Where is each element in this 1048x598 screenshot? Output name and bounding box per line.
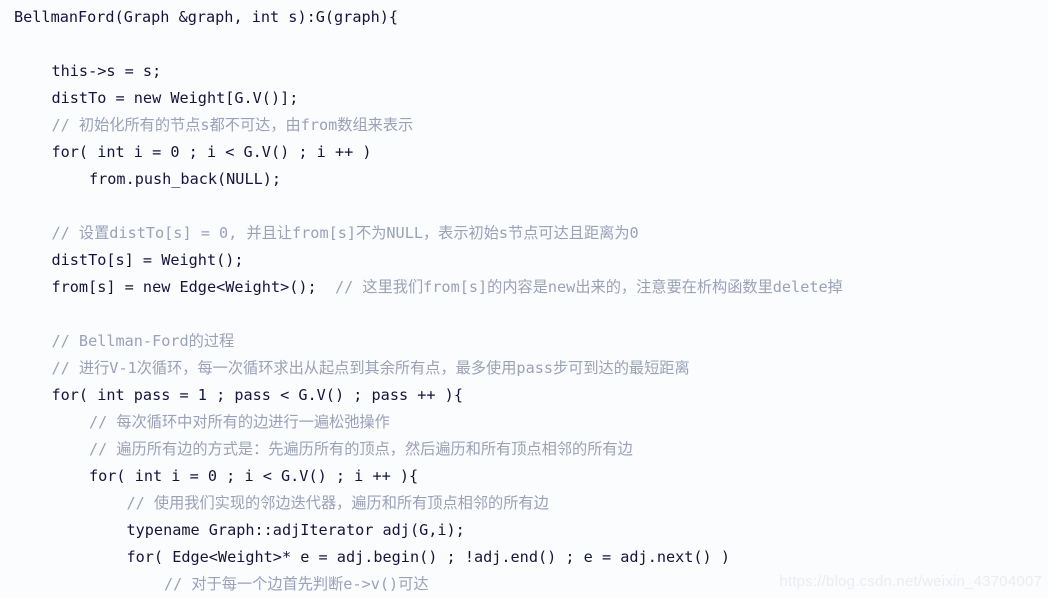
code-token: for( int i = 0 ; i < G.V() ; i ++ ){ (89, 467, 419, 485)
code-line: BellmanFord(Graph &graph, int s):G(graph… (0, 4, 1048, 31)
code-token: distTo = new Weight[G.V()]; (51, 89, 299, 107)
code-line: // 设置distTo[s] = 0, 并且让from[s]不为NULL，表示初… (0, 220, 1048, 247)
csdn-watermark: https://blog.csdn.net/weixin_43704007 (779, 573, 1042, 590)
code-line: this->s = s; (0, 58, 1048, 85)
code-line: // 每次循环中对所有的边进行一遍松弛操作 (0, 409, 1048, 436)
code-line: for( int i = 0 ; i < G.V() ; i ++ ){ (0, 463, 1048, 490)
code-token: typename Graph::adjIterator adj(G,i); (126, 521, 465, 539)
code-token: from[s] = new Edge<Weight>(); (51, 278, 335, 296)
code-token: distTo[s] = Weight(); (51, 251, 244, 269)
code-line: // 使用我们实现的邻边迭代器，遍历和所有顶点相邻的所有边 (0, 490, 1048, 517)
code-line: // Bellman-Ford的过程 (0, 328, 1048, 355)
code-comment: // 对于每一个边首先判断e->v()可达 (164, 575, 429, 593)
code-line: // 遍历所有边的方式是：先遍历所有的顶点，然后遍历和所有顶点相邻的所有边 (0, 436, 1048, 463)
code-line: from[s] = new Edge<Weight>(); // 这里我们fro… (0, 274, 1048, 301)
code-line: distTo[s] = Weight(); (0, 247, 1048, 274)
code-comment: // 遍历所有边的方式是：先遍历所有的顶点，然后遍历和所有顶点相邻的所有边 (89, 440, 633, 458)
code-line: // 初始化所有的节点s都不可达，由from数组来表示 (0, 112, 1048, 139)
code-line: // 进行V-1次循环，每一次循环求出从起点到其余所有点，最多使用pass步可到… (0, 355, 1048, 382)
code-comment: // 每次循环中对所有的边进行一遍松弛操作 (89, 413, 390, 431)
code-block-surface: BellmanFord(Graph &graph, int s):G(graph… (0, 0, 1048, 596)
code-line-list: BellmanFord(Graph &graph, int s):G(graph… (0, 4, 1048, 598)
code-token: for( int pass = 1 ; pass < G.V() ; pass … (51, 386, 463, 404)
code-comment: // 初始化所有的节点s都不可达，由from数组来表示 (51, 116, 414, 134)
code-token: for( Edge<Weight>* e = adj.begin() ; !ad… (126, 548, 730, 566)
code-line: typename Graph::adjIterator adj(G,i); (0, 517, 1048, 544)
code-comment: // 这里我们from[s]的内容是new出来的，注意要在析构函数里delete… (334, 278, 843, 296)
code-comment: // 设置distTo[s] = 0, 并且让from[s]不为NULL，表示初… (51, 224, 639, 242)
code-line: for( Edge<Weight>* e = adj.begin() ; !ad… (0, 544, 1048, 571)
code-line: for( int pass = 1 ; pass < G.V() ; pass … (0, 382, 1048, 409)
code-line: distTo = new Weight[G.V()]; (0, 85, 1048, 112)
code-line: from.push_back(NULL); (0, 166, 1048, 193)
code-comment: // 使用我们实现的邻边迭代器，遍历和所有顶点相邻的所有边 (126, 494, 549, 512)
code-comment: // 进行V-1次循环，每一次循环求出从起点到其余所有点，最多使用pass步可到… (51, 359, 690, 377)
code-token: this->s = s; (51, 62, 162, 80)
code-line: for( int i = 0 ; i < G.V() ; i ++ ) (0, 139, 1048, 166)
code-token: from.push_back(NULL); (89, 170, 282, 188)
code-token: BellmanFord(Graph &graph, int s):G(graph… (14, 8, 399, 26)
code-comment: // Bellman-Ford的过程 (51, 332, 235, 350)
code-token: for( int i = 0 ; i < G.V() ; i ++ ) (51, 143, 372, 161)
